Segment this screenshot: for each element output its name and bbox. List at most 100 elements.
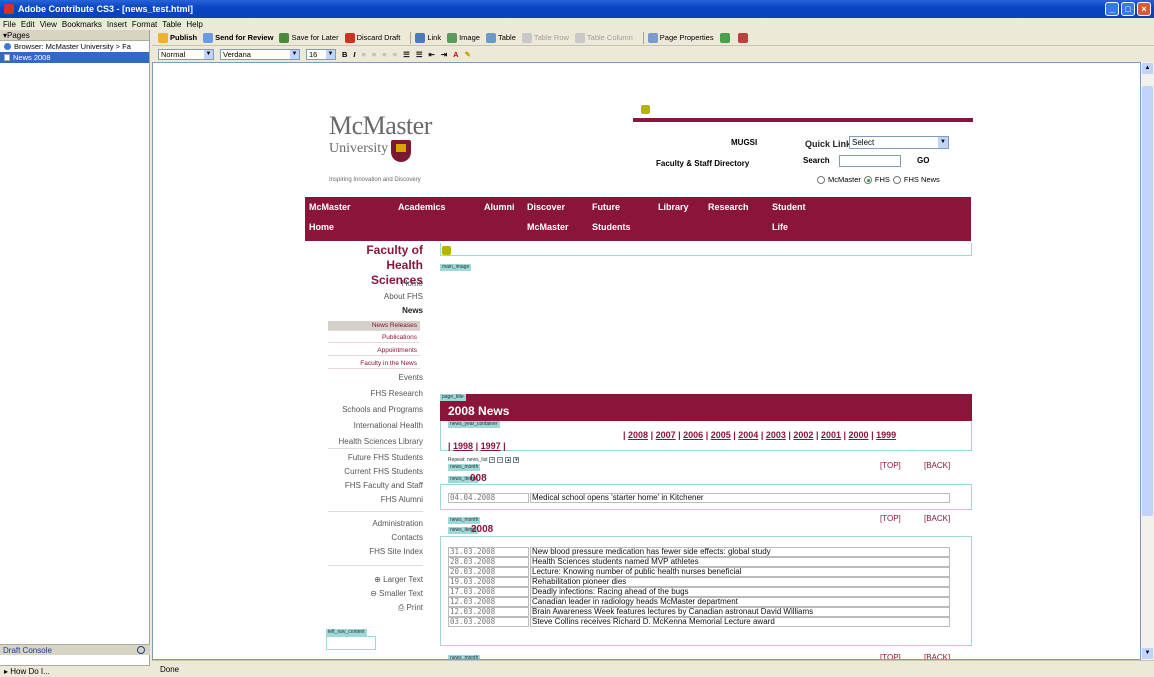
pages-item-browser[interactable]: Browser: McMaster University > Fa	[0, 41, 149, 52]
menu-file[interactable]: File	[3, 20, 16, 29]
pages-panel-header[interactable]: ▾Pages	[0, 30, 149, 41]
nav-research[interactable]: Research	[708, 197, 749, 217]
sidenav-research[interactable]: FHS Research	[371, 389, 423, 398]
table-row-button[interactable]: Table Row	[521, 32, 569, 43]
link-button[interactable]: Link	[415, 32, 441, 43]
table-column-button[interactable]: Table Column	[574, 32, 633, 43]
news-month-tag[interactable]: news_month	[448, 517, 481, 524]
year-link[interactable]: 2005	[711, 430, 731, 440]
italic-button[interactable]: I	[353, 50, 355, 59]
outdent-icon[interactable]: ⇤	[429, 50, 435, 59]
news-headline-link[interactable]: Medical school opens 'starter home' in K…	[532, 493, 704, 503]
sidenav-future[interactable]: Future FHS Students	[348, 453, 423, 462]
news-row[interactable]: 12.03.2008 Canadian leader in radiology h…	[448, 597, 952, 607]
radio-fhs-news[interactable]	[892, 175, 901, 184]
how-do-i-panel[interactable]: ▸ How Do I...	[0, 665, 150, 677]
year-link[interactable]: 2000	[849, 430, 869, 440]
main-image-tag[interactable]: main_image	[440, 264, 472, 271]
page-properties-button[interactable]: Page Properties	[647, 32, 714, 43]
draft-console-header[interactable]: Draft Console	[0, 644, 150, 655]
news-month-tag[interactable]: news_month	[448, 464, 481, 471]
month-header[interactable]: 2008	[471, 524, 493, 535]
sidenav-news[interactable]: News	[402, 306, 423, 315]
subnav-publications[interactable]: Publications	[328, 333, 420, 343]
search-input[interactable]	[839, 155, 901, 167]
news-headline-link[interactable]: Health Sciences students named MVP athle…	[532, 557, 699, 567]
discard-draft-button[interactable]: Discard Draft	[344, 32, 400, 43]
save-for-later-button[interactable]: Save for Later	[279, 32, 339, 43]
nav-future-students[interactable]: Future Students	[592, 197, 631, 237]
news-headline-link[interactable]: New blood pressure medication has fewer …	[532, 547, 771, 557]
news-row[interactable]: 31.03.2008 New blood pressure medication …	[448, 547, 952, 557]
sidenav-site-index[interactable]: FHS Site Index	[369, 547, 423, 556]
news-row[interactable]: 28.03.2008 Health Sciences students named…	[448, 557, 952, 567]
menu-edit[interactable]: Edit	[21, 20, 35, 29]
back-link[interactable]: [BACK]	[924, 461, 950, 470]
larger-text-button[interactable]: ⊕ Larger Text	[374, 575, 423, 584]
pages-item-news-2008[interactable]: News 2008	[0, 52, 149, 63]
year-link[interactable]: 2001	[821, 430, 841, 440]
news-row[interactable]: 04.04.2008 Medical school opens 'starter…	[448, 493, 952, 503]
indent-icon[interactable]: ⇥	[441, 50, 447, 59]
align-right-icon[interactable]: ≡	[382, 50, 386, 59]
repeat-down-icon[interactable]: ▾	[513, 457, 520, 463]
radio-fhs[interactable]	[863, 175, 872, 184]
scroll-down-icon[interactable]: ▼	[1142, 648, 1153, 659]
vertical-scrollbar[interactable]: ▲ ▼	[1141, 62, 1154, 660]
align-center-icon[interactable]: ≡	[372, 50, 376, 59]
month-header[interactable]: 008	[470, 473, 487, 484]
menu-format[interactable]: Format	[132, 20, 157, 29]
document-area[interactable]: McMaster University Inspiring Innovation…	[152, 62, 1141, 660]
subnav-appointments[interactable]: Appointments	[328, 346, 420, 356]
news-row[interactable]: 03.03.2008 Steve Collins receives Richard…	[448, 617, 952, 627]
close-button[interactable]: ×	[1137, 2, 1151, 16]
subnav-faculty-in-news[interactable]: Faculty in the News	[328, 359, 420, 369]
radio-mcmaster[interactable]	[817, 175, 825, 184]
menu-insert[interactable]: Insert	[107, 20, 127, 29]
top-link[interactable]: [TOP]	[880, 653, 901, 659]
news-row[interactable]: 20.03.2008 Lecture: Knowing number of pub…	[448, 567, 952, 577]
size-select[interactable]: 16 ▼	[306, 48, 336, 60]
quick-links-select[interactable]: Select ▼	[849, 136, 949, 149]
news-headline-link[interactable]: Lecture: Knowing number of public health…	[532, 567, 741, 577]
help-icon[interactable]	[137, 646, 145, 654]
page-title-region[interactable]: page_title 2008 News	[440, 394, 972, 421]
sidenav-schools[interactable]: Schools and Programs	[342, 405, 423, 414]
menu-bookmarks[interactable]: Bookmarks	[62, 20, 102, 29]
window-title-bar[interactable]: Adobe Contribute CS3 - [news_test.html] …	[0, 0, 1154, 18]
go-button[interactable]: GO	[917, 156, 929, 165]
publish-button[interactable]: Publish	[158, 32, 197, 43]
sidenav-library[interactable]: Health Sciences Library	[339, 437, 423, 446]
nav-alumni[interactable]: Alumni	[484, 197, 515, 217]
repeat-up-icon[interactable]: ▴	[505, 457, 512, 463]
print-button[interactable]: ⎙ Print	[398, 603, 423, 613]
news-headline-link[interactable]: Canadian leader in radiology heads McMas…	[532, 597, 738, 607]
sidenav-about[interactable]: About FHS	[384, 292, 423, 301]
justify-icon[interactable]: ≡	[393, 50, 397, 59]
style-select[interactable]: Normal ▼	[158, 48, 214, 60]
nav-discover[interactable]: Discover McMaster	[527, 197, 569, 237]
image-button[interactable]: Image	[447, 32, 480, 43]
nav-student-life[interactable]: Student Life	[772, 197, 806, 237]
nav-academics[interactable]: Academics	[398, 197, 446, 217]
menu-table[interactable]: Table	[162, 20, 181, 29]
top-link[interactable]: [TOP]	[880, 514, 901, 523]
bold-button[interactable]: B	[342, 50, 347, 59]
table-button[interactable]: Table	[485, 32, 516, 43]
back-link[interactable]: [BACK]	[924, 653, 950, 659]
sidenav-current[interactable]: Current FHS Students	[344, 467, 423, 476]
main-image-region[interactable]	[440, 243, 972, 256]
news-headline-link[interactable]: Steve Collins receives Richard D. McKenn…	[532, 617, 775, 627]
highlight-icon[interactable]: ✎	[465, 50, 471, 59]
subnav-news-releases[interactable]: News Releases	[328, 321, 420, 331]
news-headline-link[interactable]: Rehabilitation pioneer dies	[532, 577, 626, 587]
page-title-tag[interactable]: page_title	[440, 394, 466, 401]
mugsi-link[interactable]: MUGSI	[731, 138, 757, 147]
numbered-list-icon[interactable]: ☰	[416, 50, 423, 59]
font-select[interactable]: Verdana ▼	[220, 48, 300, 60]
year-link[interactable]: 1997	[481, 441, 501, 451]
back-link[interactable]: [BACK]	[924, 514, 950, 523]
news-headline-link[interactable]: Brain Awareness Week features lectures b…	[532, 607, 813, 617]
news-row[interactable]: 19.03.2008 Rehabilitation pioneer dies	[448, 577, 952, 587]
maximize-button[interactable]: □	[1121, 2, 1135, 16]
